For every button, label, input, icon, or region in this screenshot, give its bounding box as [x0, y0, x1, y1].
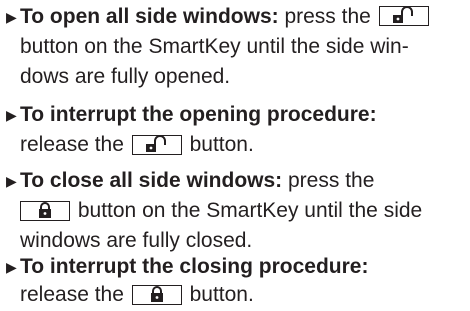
instruction-list: ▶ To open all side windows: press the bu… [0, 0, 470, 311]
lock-key-icon [20, 201, 70, 221]
item-text: press the [278, 5, 371, 28]
item-text: button. [189, 283, 254, 306]
bullet-icon: ▶ [6, 259, 17, 275]
item-text: dows are fully opened. [20, 65, 231, 88]
item-text: button on the SmartKey until the side [77, 199, 423, 222]
bullet-icon: ▶ [6, 173, 17, 189]
unlock-key-icon [378, 6, 429, 26]
item-text: button on the SmartKey until the side wi… [20, 35, 409, 58]
unlock-key-icon [131, 135, 182, 155]
item-text: release the [20, 133, 124, 156]
item-heading: To close all side windows: [20, 169, 283, 192]
item-heading: To interrupt the opening procedure: [20, 103, 377, 126]
item-text: release the [20, 283, 124, 306]
item-text: button. [189, 133, 254, 156]
lock-key-icon [131, 285, 182, 305]
item-heading: To interrupt the closing procedure: [20, 255, 369, 278]
bullet-icon: ▶ [6, 9, 17, 25]
bullet-icon: ▶ [6, 107, 17, 123]
item-text: press the [282, 169, 375, 192]
item-heading: To open all side windows: [20, 5, 279, 28]
